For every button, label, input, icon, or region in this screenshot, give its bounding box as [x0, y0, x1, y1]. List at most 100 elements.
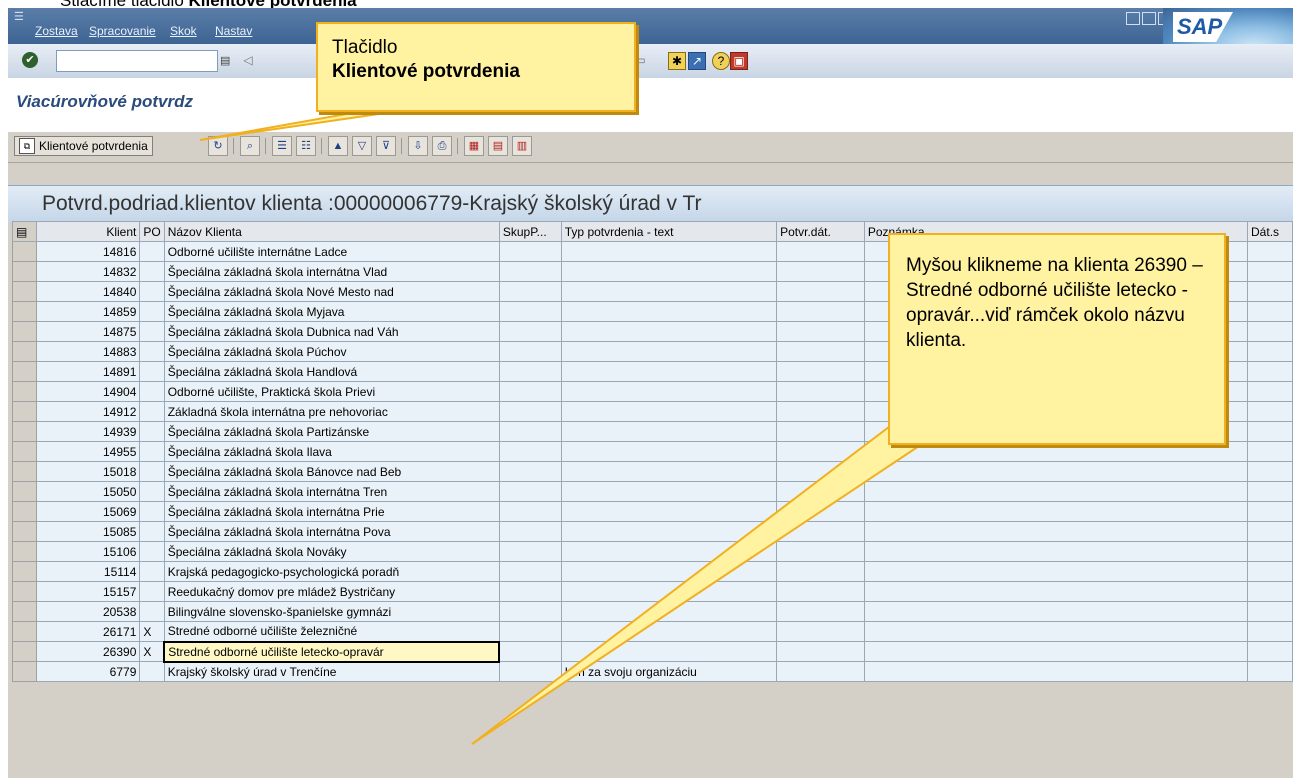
cell-nazov[interactable]: Špeciálna základná škola Nové Mesto nad: [163, 281, 500, 302]
column-header-typ[interactable]: Typ potvrdenia - text: [560, 221, 778, 242]
cell-skupp[interactable]: [498, 581, 562, 602]
cell-skupp[interactable]: [498, 501, 562, 522]
cell-nazov[interactable]: Špeciálna základná škola internátna Vlad: [163, 261, 500, 282]
command-field[interactable]: [56, 50, 218, 72]
cell-po[interactable]: [139, 461, 165, 482]
cell-nazov[interactable]: Špeciálna základná škola Handlová: [163, 361, 500, 382]
cell-dat-s[interactable]: [1247, 621, 1293, 642]
cell-dat-s[interactable]: [1247, 561, 1293, 582]
cell-potvr-dat[interactable]: [776, 581, 865, 602]
cell-potvr-dat[interactable]: [776, 501, 865, 522]
cell-po[interactable]: [139, 501, 165, 522]
cell-potvr-dat[interactable]: [776, 641, 865, 662]
row-selector[interactable]: [12, 421, 37, 442]
maximize-icon[interactable]: [1142, 12, 1156, 25]
row-selector[interactable]: [12, 261, 37, 282]
cell-nazov[interactable]: Stredné odborné učilište letecko-opravár: [163, 640, 501, 663]
cell-nazov[interactable]: Krajský školský úrad v Trenčíne: [163, 661, 500, 682]
table-row[interactable]: 6779 Krajský školský úrad v Trenčíne Len z…: [12, 661, 1293, 682]
menu-zostava[interactable]: Zostava: [35, 24, 78, 38]
cell-typ[interactable]: [560, 481, 778, 502]
cell-typ[interactable]: [560, 501, 778, 522]
cell-po[interactable]: [139, 421, 165, 442]
row-selector[interactable]: [12, 501, 37, 522]
cell-typ[interactable]: [560, 461, 778, 482]
cell-potvr-dat[interactable]: [776, 601, 865, 622]
cell-klient[interactable]: 14816: [35, 241, 141, 262]
cell-nazov[interactable]: Špeciálna základná škola Partizánske: [163, 421, 500, 442]
cell-poznamka[interactable]: [863, 561, 1249, 582]
cell-nazov[interactable]: Základná škola internátna pre nehovoriac: [163, 401, 500, 422]
cell-skupp[interactable]: [498, 601, 562, 622]
cell-po[interactable]: [139, 601, 165, 622]
cell-klient[interactable]: 15069: [35, 501, 141, 522]
cell-po[interactable]: X: [139, 641, 165, 662]
cell-klient[interactable]: 15157: [35, 581, 141, 602]
cell-dat-s[interactable]: [1247, 541, 1293, 562]
cell-potvr-dat[interactable]: [776, 541, 865, 562]
cell-po[interactable]: [139, 661, 165, 682]
cell-nazov[interactable]: Špeciálna základná škola internátna Tren: [163, 481, 500, 502]
cell-skupp[interactable]: [498, 281, 562, 302]
cell-potvr-dat[interactable]: [776, 321, 865, 342]
row-selector[interactable]: [12, 641, 37, 662]
cell-po[interactable]: [139, 401, 165, 422]
cell-po[interactable]: X: [139, 621, 165, 642]
cell-po[interactable]: [139, 541, 165, 562]
cell-po[interactable]: [139, 561, 165, 582]
sort-ascending-icon[interactable]: ▲: [328, 136, 348, 156]
cell-klient[interactable]: 15106: [35, 541, 141, 562]
cell-skupp[interactable]: [498, 421, 562, 442]
cell-po[interactable]: [139, 341, 165, 362]
row-selector[interactable]: [12, 381, 37, 402]
cell-typ[interactable]: [560, 581, 778, 602]
cell-potvr-dat[interactable]: [776, 481, 865, 502]
cell-po[interactable]: [139, 261, 165, 282]
cell-po[interactable]: [139, 481, 165, 502]
menu-spracovanie[interactable]: Spracovanie: [89, 24, 156, 38]
cell-nazov[interactable]: Špeciálna základná škola Púchov: [163, 341, 500, 362]
cell-nazov[interactable]: Reedukačný domov pre mládež Bystričany: [163, 581, 500, 602]
row-selector[interactable]: [12, 481, 37, 502]
cell-poznamka[interactable]: [863, 601, 1249, 622]
cell-nazov[interactable]: Špeciálna základná škola Ilava: [163, 441, 500, 462]
column-header-po[interactable]: PO: [139, 221, 165, 242]
cell-nazov[interactable]: Bilingválne slovensko-španielske gymnázi: [163, 601, 500, 622]
cell-potvr-dat[interactable]: [776, 281, 865, 302]
cell-potvr-dat[interactable]: [776, 401, 865, 422]
command-input[interactable]: [57, 51, 203, 69]
table-row[interactable]: 26390 X Stredné odborné učilište letecko-o…: [12, 640, 1293, 663]
export-icon[interactable]: ⇩: [408, 136, 428, 156]
cell-nazov[interactable]: Špeciálna základná škola Myjava: [163, 301, 500, 322]
create-session-icon[interactable]: ✱: [668, 52, 686, 70]
layout-menu-icon[interactable]: ▣: [730, 52, 748, 70]
cell-klient[interactable]: 14859: [35, 301, 141, 322]
table-row[interactable]: 15069 Špeciálna základná škola internátna…: [12, 501, 1293, 522]
cell-dat-s[interactable]: [1247, 441, 1293, 462]
cell-typ[interactable]: [560, 441, 778, 462]
cell-po[interactable]: [139, 321, 165, 342]
cell-skupp[interactable]: [498, 541, 562, 562]
find-icon[interactable]: ⌕: [240, 136, 260, 156]
row-selector[interactable]: [12, 561, 37, 582]
cell-typ[interactable]: [560, 601, 778, 622]
cell-skupp[interactable]: [498, 481, 562, 502]
cell-skupp[interactable]: [498, 361, 562, 382]
cell-skupp[interactable]: [498, 661, 562, 682]
cell-poznamka[interactable]: [863, 481, 1249, 502]
cell-klient[interactable]: 14904: [35, 381, 141, 402]
refresh-icon[interactable]: ↻: [208, 136, 228, 156]
cell-po[interactable]: [139, 361, 165, 382]
cell-po[interactable]: [139, 281, 165, 302]
cell-dat-s[interactable]: [1247, 241, 1293, 262]
cell-typ[interactable]: [560, 521, 778, 542]
table-row[interactable]: 26171 X Stredné odborné učilište železničn…: [12, 621, 1293, 642]
cell-potvr-dat[interactable]: [776, 561, 865, 582]
cell-dat-s[interactable]: [1247, 281, 1293, 302]
cell-skupp[interactable]: [498, 561, 562, 582]
cell-dat-s[interactable]: [1247, 361, 1293, 382]
cell-klient[interactable]: 26390: [35, 641, 141, 662]
cell-typ[interactable]: [560, 561, 778, 582]
help-icon[interactable]: ?: [712, 52, 730, 70]
cell-potvr-dat[interactable]: [776, 341, 865, 362]
